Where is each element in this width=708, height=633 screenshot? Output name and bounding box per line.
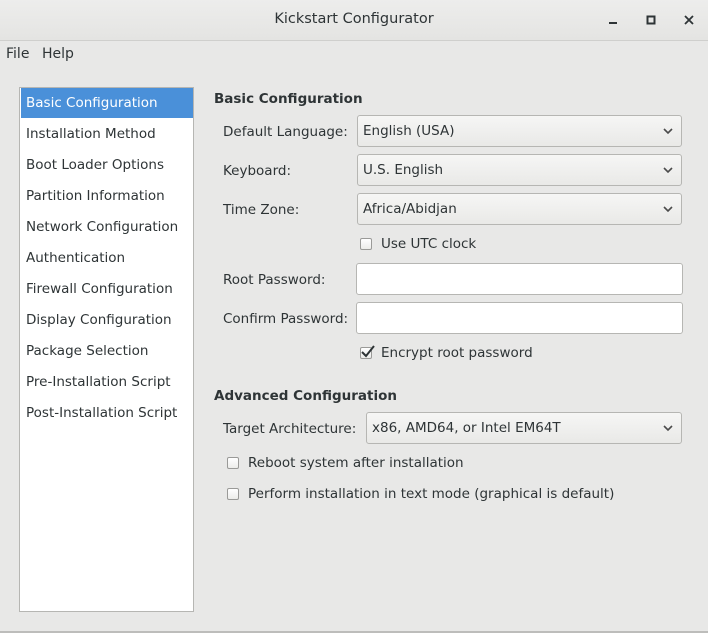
sidebar-item-boot-loader-options[interactable]: Boot Loader Options <box>21 150 193 180</box>
keyboard-combo[interactable]: U.S. English <box>357 154 682 186</box>
basic-config-heading: Basic Configuration <box>214 91 363 107</box>
keyboard-value: U.S. English <box>363 162 444 178</box>
sidebar-item-installation-method[interactable]: Installation Method <box>21 119 193 149</box>
text-mode-install-label: Perform installation in text mode (graph… <box>248 486 615 502</box>
advanced-config-heading: Advanced Configuration <box>214 388 397 404</box>
sidebar-item-post-installation-script[interactable]: Post-Installation Script <box>21 398 193 428</box>
encrypt-root-password-label: Encrypt root password <box>381 345 533 361</box>
sidebar-item-network-configuration[interactable]: Network Configuration <box>21 212 193 242</box>
time-zone-combo[interactable]: Africa/Abidjan <box>357 193 682 225</box>
keyboard-label: Keyboard: <box>223 163 292 179</box>
utc-clock-label: Use UTC clock <box>381 236 477 252</box>
chevron-down-icon <box>663 167 673 174</box>
reboot-after-install-label: Reboot system after installation <box>248 455 464 471</box>
maximize-icon <box>646 15 656 25</box>
checkbox-box <box>227 488 239 500</box>
sidebar-item-authentication[interactable]: Authentication <box>21 243 193 273</box>
target-architecture-value: x86, AMD64, or Intel EM64T <box>372 420 561 436</box>
reboot-after-install-checkbox[interactable]: Reboot system after installation <box>227 455 464 471</box>
section-list: Basic Configuration Installation Method … <box>19 87 194 612</box>
target-architecture-combo[interactable]: x86, AMD64, or Intel EM64T <box>366 412 682 444</box>
time-zone-label: Time Zone: <box>223 202 300 218</box>
checkbox-box <box>227 457 239 469</box>
time-zone-value: Africa/Abidjan <box>363 201 457 217</box>
encrypt-root-password-checkbox[interactable]: Encrypt root password <box>360 345 533 361</box>
default-language-label: Default Language: <box>223 124 348 140</box>
chevron-down-icon <box>663 128 673 135</box>
checkbox-box <box>360 345 375 359</box>
checkbox-box <box>360 238 372 250</box>
minimize-icon <box>609 22 617 24</box>
confirm-password-label: Confirm Password: <box>223 311 349 327</box>
maximize-button[interactable] <box>641 10 661 30</box>
target-architecture-label: Target Architecture: <box>223 421 357 437</box>
sidebar-item-basic-configuration[interactable]: Basic Configuration <box>21 88 193 118</box>
checkmark-icon <box>361 345 375 358</box>
menu-help[interactable]: Help <box>42 46 74 62</box>
menu-file[interactable]: File <box>6 46 29 62</box>
sidebar-item-firewall-configuration[interactable]: Firewall Configuration <box>21 274 193 304</box>
window-title: Kickstart Configurator <box>274 11 434 27</box>
confirm-password-field[interactable] <box>356 302 683 334</box>
title-bar: Kickstart Configurator <box>0 0 708 41</box>
minimize-button[interactable] <box>603 10 623 30</box>
utc-clock-checkbox[interactable]: Use UTC clock <box>360 236 476 252</box>
sidebar-item-package-selection[interactable]: Package Selection <box>21 336 193 366</box>
chevron-down-icon <box>663 206 673 213</box>
sidebar-item-display-configuration[interactable]: Display Configuration <box>21 305 193 335</box>
root-password-label: Root Password: <box>223 272 326 288</box>
close-icon <box>684 15 694 25</box>
default-language-value: English (USA) <box>363 123 455 139</box>
root-password-field[interactable] <box>356 263 683 295</box>
close-button[interactable] <box>679 10 699 30</box>
default-language-combo[interactable]: English (USA) <box>357 115 682 147</box>
sidebar-item-partition-information[interactable]: Partition Information <box>21 181 193 211</box>
sidebar-item-pre-installation-script[interactable]: Pre-Installation Script <box>21 367 193 397</box>
menu-bar: File Help <box>0 41 708 67</box>
text-mode-install-checkbox[interactable]: Perform installation in text mode (graph… <box>227 486 614 502</box>
chevron-down-icon <box>663 425 673 432</box>
